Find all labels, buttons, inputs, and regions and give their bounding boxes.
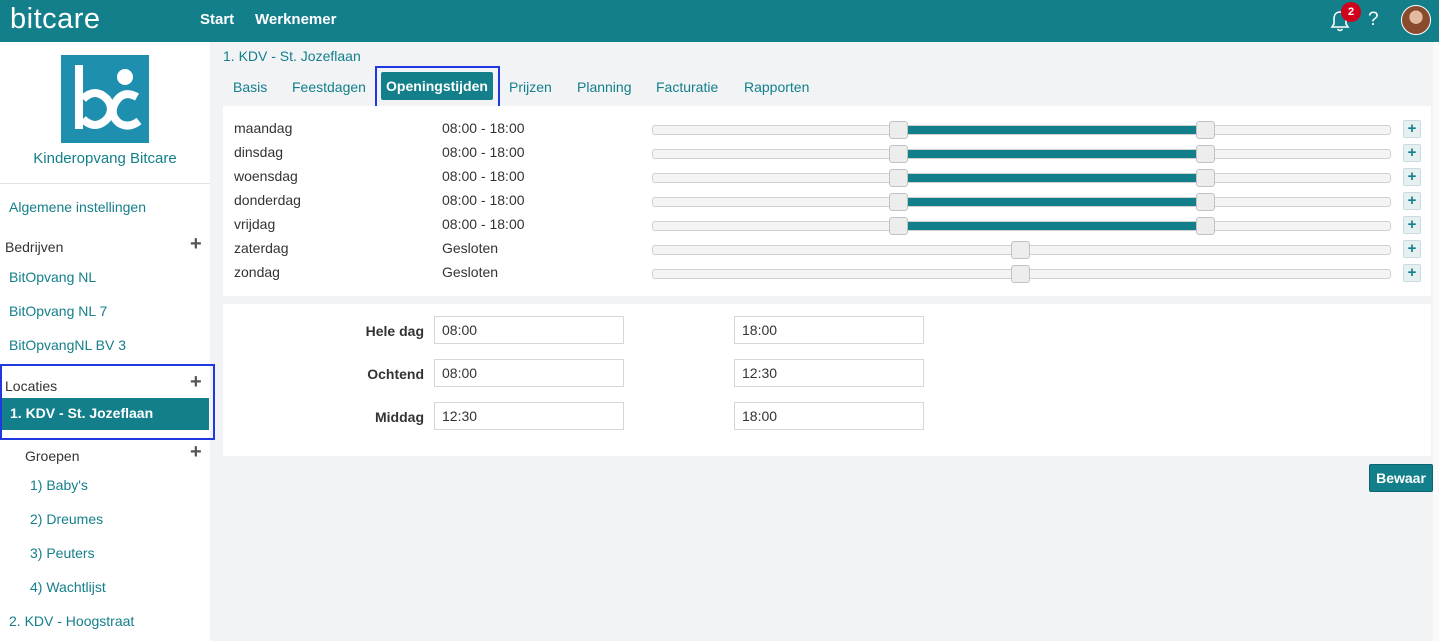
slider-range	[899, 126, 1206, 134]
avatar[interactable]	[1401, 5, 1431, 35]
slider-range	[899, 198, 1206, 206]
day-time: 08:00 - 18:00	[442, 192, 525, 208]
period-label: Ochtend	[367, 366, 424, 382]
period-to-input[interactable]: 18:00	[734, 316, 924, 344]
companies-heading: Bedrijven	[5, 239, 64, 255]
groups-heading: Groepen	[25, 448, 80, 464]
add-hours-button[interactable]: +	[1403, 264, 1421, 282]
slider-range	[899, 150, 1206, 158]
slider-handle[interactable]	[1011, 241, 1030, 259]
slider-handle[interactable]	[1011, 265, 1030, 283]
day-name: donderdag	[234, 192, 301, 208]
add-hours-button[interactable]: +	[1403, 144, 1421, 162]
add-hours-button[interactable]: +	[1403, 120, 1421, 138]
group-link-dreumes[interactable]: 2) Dreumes	[30, 511, 103, 527]
period-label: Hele dag	[365, 323, 424, 339]
brand-logo	[61, 55, 149, 143]
day-time: 08:00 - 18:00	[442, 168, 525, 184]
add-hours-button[interactable]: +	[1403, 240, 1421, 258]
group-link-wachtlijst[interactable]: 4) Wachtlijst	[30, 579, 106, 595]
day-time: Gesloten	[442, 240, 499, 256]
slider-end-handle[interactable]	[1196, 145, 1215, 163]
locations-highlight-outline	[0, 364, 215, 440]
period-from-input[interactable]: 08:00	[434, 316, 624, 344]
add-hours-button[interactable]: +	[1403, 168, 1421, 186]
period-from-input[interactable]: 12:30	[434, 402, 624, 430]
company-link-bitopvangnl-bv-3[interactable]: BitOpvangNL BV 3	[9, 337, 126, 353]
day-name: zondag	[234, 264, 280, 280]
hours-slider[interactable]	[652, 241, 1391, 259]
tab-facturatie[interactable]: Facturatie	[656, 79, 718, 95]
slider-end-handle[interactable]	[1196, 193, 1215, 211]
slider-start-handle[interactable]	[889, 193, 908, 211]
group-link-peuters[interactable]: 3) Peuters	[30, 545, 95, 561]
add-hours-button[interactable]: +	[1403, 192, 1421, 210]
group-link-babys[interactable]: 1) Baby's	[30, 477, 88, 493]
hours-slider[interactable]	[652, 145, 1391, 163]
day-name: dinsdag	[234, 144, 284, 160]
day-name: vrijdag	[234, 216, 276, 232]
hours-slider[interactable]	[652, 265, 1391, 283]
tab-rapporten[interactable]: Rapporten	[744, 79, 809, 95]
slider-range	[899, 222, 1206, 230]
slider-start-handle[interactable]	[889, 145, 908, 163]
day-time: Gesloten	[442, 264, 499, 280]
breadcrumb: 1. KDV - St. Jozeflaan	[223, 48, 361, 64]
scrollbar[interactable]	[1433, 42, 1439, 641]
location-link-hoogstraat[interactable]: 2. KDV - Hoogstraat	[9, 613, 134, 629]
tab-highlight-outline	[375, 66, 500, 108]
slider-end-handle[interactable]	[1196, 169, 1215, 187]
add-group-icon[interactable]: +	[190, 442, 202, 462]
slider-start-handle[interactable]	[889, 121, 908, 139]
tab-planning[interactable]: Planning	[577, 79, 632, 95]
period-to-input[interactable]: 18:00	[734, 402, 924, 430]
day-name: maandag	[234, 120, 293, 136]
period-label: Middag	[375, 409, 424, 425]
company-link-bitopvang-nl-7[interactable]: BitOpvang NL 7	[9, 303, 107, 319]
help-icon[interactable]: ?	[1368, 9, 1379, 31]
tab-basis[interactable]: Basis	[233, 79, 267, 95]
add-hours-button[interactable]: +	[1403, 216, 1421, 234]
nav-start[interactable]: Start	[200, 11, 234, 28]
day-time: 08:00 - 18:00	[442, 216, 525, 232]
periods-panel: Hele dag 08:00 18:00 Ochtend 08:00 12:30 Midda…	[223, 304, 1431, 456]
slider-end-handle[interactable]	[1196, 121, 1215, 139]
add-company-icon[interactable]: +	[190, 234, 202, 254]
general-settings-link[interactable]: Algemene instellingen	[9, 199, 146, 215]
opening-hours-panel: maandag 08:00 - 18:00 + dinsdag 08:00 - 18:0…	[223, 106, 1431, 296]
hours-slider[interactable]	[652, 193, 1391, 211]
day-name: zaterdag	[234, 240, 289, 256]
divider	[0, 183, 210, 184]
slider-start-handle[interactable]	[889, 217, 908, 235]
top-bar: bitcare Start Werknemer 2 ?	[0, 0, 1439, 42]
save-button[interactable]: Bewaar	[1369, 464, 1433, 492]
day-time: 08:00 - 18:00	[442, 144, 525, 160]
slider-start-handle[interactable]	[889, 169, 908, 187]
nav-werknemer[interactable]: Werknemer	[255, 11, 336, 28]
day-time: 08:00 - 18:00	[442, 120, 525, 136]
day-name: woensdag	[234, 168, 298, 184]
company-link-bitopvang-nl[interactable]: BitOpvang NL	[9, 269, 96, 285]
sidebar: Kinderopvang Bitcare Algemene instelling…	[0, 42, 210, 641]
tab-feestdagen[interactable]: Feestdagen	[292, 79, 366, 95]
brand-name: Kinderopvang Bitcare	[33, 150, 177, 167]
hours-slider[interactable]	[652, 169, 1391, 187]
hours-slider[interactable]	[652, 217, 1391, 235]
app-logo[interactable]: bitcare	[10, 3, 101, 36]
period-from-input[interactable]: 08:00	[434, 359, 624, 387]
hours-slider[interactable]	[652, 121, 1391, 139]
period-to-input[interactable]: 12:30	[734, 359, 924, 387]
tab-prijzen[interactable]: Prijzen	[509, 79, 552, 95]
slider-end-handle[interactable]	[1196, 217, 1215, 235]
notification-badge[interactable]: 2	[1341, 2, 1361, 22]
slider-range	[899, 174, 1206, 182]
